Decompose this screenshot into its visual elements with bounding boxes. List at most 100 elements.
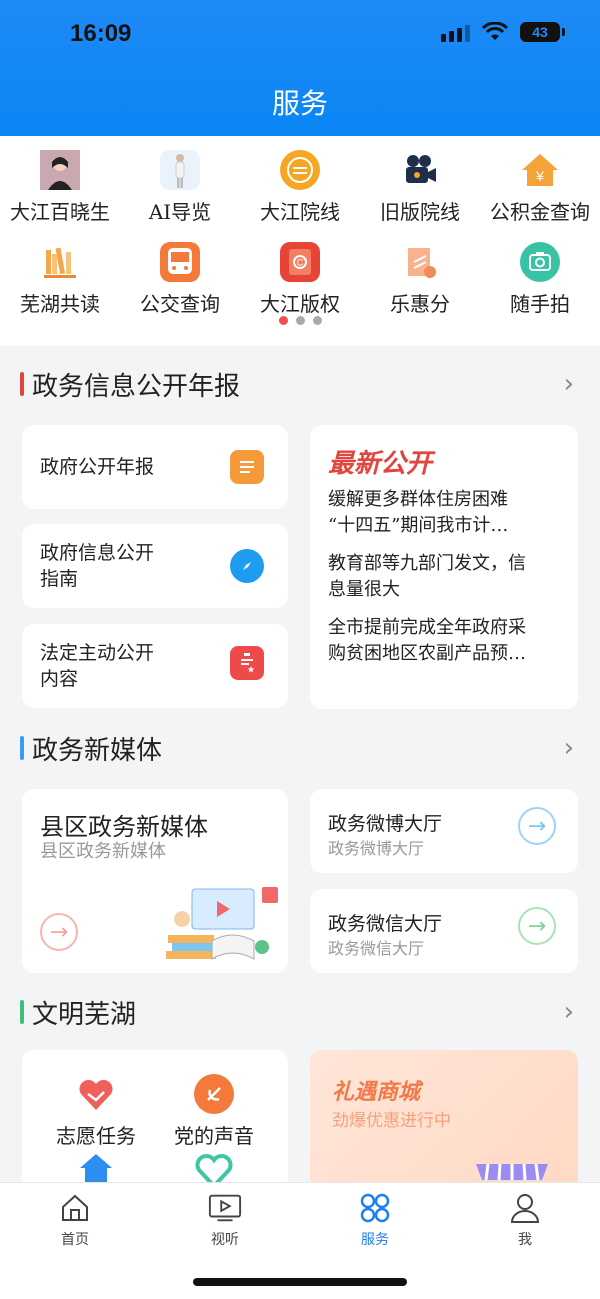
civ-item-party-voice[interactable]: 党的声音	[154, 1074, 274, 1149]
wifi-icon	[482, 22, 508, 40]
status-time: 16:09	[70, 20, 132, 47]
grid-item-label: 大江百晓生	[10, 200, 110, 224]
section-title: 政务信息公开年报	[32, 371, 241, 402]
section-header-new-media[interactable]: 政务新媒体 ›	[20, 728, 580, 768]
chevron-right-icon[interactable]: ›	[564, 997, 574, 1027]
user-icon	[508, 1191, 542, 1225]
news-item-line2: 息量很大	[328, 579, 400, 600]
card-gov-info-guide[interactable]: 政府信息公开 指南	[22, 524, 288, 608]
grid-item-label: 乐惠分	[390, 292, 450, 316]
news-item-line2: 购贫困地区农副产品预…	[328, 643, 526, 664]
section-header-gov-info[interactable]: 政务信息公开年报 ›	[20, 364, 580, 404]
page-dot[interactable]	[278, 316, 288, 325]
status-icons: 43	[441, 22, 565, 42]
home-indicator[interactable]	[193, 1278, 407, 1286]
grid-item-snap-photo[interactable]: 随手拍	[480, 242, 600, 317]
bookshelf-icon	[40, 242, 80, 282]
card-label-line1: 政府信息公开	[40, 542, 155, 564]
card-title: 政务微博大厅	[328, 813, 443, 835]
gift-mall-card[interactable]: 礼遇商城 劲爆优惠进行中	[310, 1050, 578, 1190]
page-dot[interactable]	[312, 316, 322, 325]
tab-label: 服务	[361, 1232, 389, 1248]
news-item-line2: “十四五”期间我市计…	[328, 515, 509, 536]
party-emblem-icon	[194, 1074, 234, 1114]
page-indicator	[0, 316, 600, 325]
media-illustration-icon	[166, 887, 278, 960]
card-title: 政务微信大厅	[328, 913, 443, 935]
card-statutory-disclosure[interactable]: 法定主动公开 内容	[22, 624, 288, 708]
arrow-right-icon[interactable]: →	[518, 907, 556, 945]
home-icon	[58, 1191, 92, 1225]
svg-text:C: C	[297, 258, 304, 268]
grid-item-label: 大江版权	[260, 292, 340, 316]
header-bar: 16:09 43 服务	[0, 0, 600, 136]
house-yen-icon: ¥	[520, 150, 560, 190]
news-item[interactable]: 全市提前完成全年政府采 购贫困地区农副产品预…	[328, 615, 560, 667]
camera-icon	[400, 150, 440, 190]
grid-item-label: 公积金查询	[490, 200, 590, 224]
civ-item-label: 志愿任务	[56, 1124, 136, 1148]
tab-label: 我	[518, 1232, 532, 1248]
grid-item-ai-guide[interactable]: AI导览	[120, 150, 240, 225]
document-icon	[230, 450, 264, 484]
grid-item-bus-query[interactable]: 公交查询	[120, 242, 240, 317]
heart-hands-icon	[76, 1074, 116, 1114]
tab-me[interactable]: 我	[475, 1191, 575, 1249]
snap-camera-icon	[520, 242, 560, 282]
tab-audiovisual[interactable]: 视听	[175, 1191, 275, 1249]
section-bar	[20, 1000, 24, 1024]
section-bar	[20, 372, 24, 396]
signal-icon	[441, 22, 470, 42]
tab-services[interactable]: 服务	[325, 1191, 425, 1249]
card-subtitle: 政务微信大厅	[328, 939, 425, 958]
civ-item-label: 党的声音	[174, 1124, 254, 1148]
arrow-right-icon[interactable]: →	[518, 807, 556, 845]
card-subtitle: 政务微博大厅	[328, 839, 425, 858]
mall-title: 礼遇商城	[332, 1080, 421, 1105]
card-label-line2: 内容	[40, 668, 79, 690]
grid-item-wuhu-reading[interactable]: 芜湖共读	[0, 242, 120, 317]
grid-item-dajiang-cinema[interactable]: 大江院线	[240, 150, 360, 225]
coupon-icon	[400, 242, 440, 282]
civ-item-volunteer-tasks[interactable]: 志愿任务	[36, 1074, 156, 1149]
grid-item-dajiang-baixiaosheng[interactable]: 大江百晓生	[0, 150, 120, 225]
grid-item-old-cinema[interactable]: 旧版院线	[360, 150, 480, 225]
card-weibo-hall[interactable]: 政务微博大厅 政务微博大厅 →	[310, 789, 578, 873]
chevron-right-icon[interactable]: ›	[564, 733, 574, 763]
grid-item-label: 大江院线	[260, 200, 340, 224]
tv-play-icon	[208, 1191, 242, 1225]
latest-disclosure-title: 最新公开	[328, 449, 433, 479]
latest-disclosure-card: 最新公开 缓解更多群体住房困难 “十四五”期间我市计… 教育部等九部门发文，信 …	[310, 425, 578, 709]
arrow-right-icon[interactable]: →	[40, 913, 78, 951]
grid-item-lehuifen[interactable]: 乐惠分	[360, 242, 480, 317]
card-wechat-hall[interactable]: 政务微信大厅 政务微信大厅 →	[310, 889, 578, 973]
grid-item-label: 随手拍	[510, 292, 570, 316]
grid-service-icon	[358, 1191, 392, 1225]
tab-label: 视听	[211, 1232, 239, 1248]
news-item[interactable]: 教育部等九部门发文，信 息量很大	[328, 551, 560, 603]
chevron-right-icon[interactable]: ›	[564, 369, 574, 399]
civilized-services-card: 志愿任务 党的声音	[22, 1050, 288, 1190]
section-header-civilized-wuhu[interactable]: 文明芜湖 ›	[20, 992, 580, 1032]
svg-text:¥: ¥	[535, 168, 544, 184]
news-item[interactable]: 缓解更多群体住房困难 “十四五”期间我市计…	[328, 487, 560, 539]
card-label: 政府信息公开 指南	[40, 540, 154, 592]
grid-item-label: 旧版院线	[380, 200, 460, 224]
card-label-line2: 指南	[40, 568, 79, 590]
news-item-line1: 缓解更多群体住房困难	[328, 489, 508, 510]
card-gov-annual-report[interactable]: 政府公开年报	[22, 425, 288, 509]
battery-icon: 43	[520, 22, 565, 42]
section-title: 政务新媒体	[32, 735, 163, 766]
service-grid: 大江百晓生 AI导览 大江院线 旧版院线 ¥ 公积金查询 芜湖共读 公交查询 C…	[0, 136, 600, 346]
grid-item-housing-fund[interactable]: ¥ 公积金查询	[480, 150, 600, 225]
page-dot[interactable]	[295, 316, 305, 325]
card-county-new-media[interactable]: 县区政务新媒体 县区政务新媒体 →	[22, 789, 288, 973]
mall-subtitle: 劲爆优惠进行中	[332, 1111, 451, 1131]
grid-item-copyright[interactable]: C 大江版权	[240, 242, 360, 317]
copyright-icon: C	[280, 242, 320, 282]
card-subtitle: 县区政务新媒体	[40, 841, 166, 862]
film-reel-icon	[280, 150, 320, 190]
bus-icon	[160, 242, 200, 282]
card-label-line1: 法定主动公开	[40, 642, 155, 664]
tab-home[interactable]: 首页	[25, 1191, 125, 1249]
